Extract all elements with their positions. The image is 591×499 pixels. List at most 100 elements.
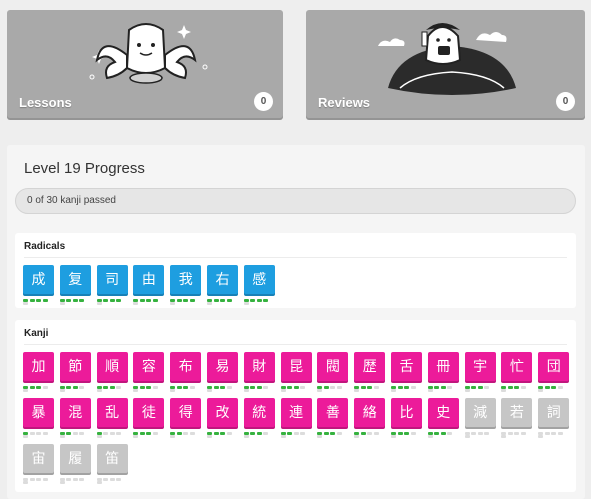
kanji-tile[interactable]: 得	[170, 398, 202, 429]
srs-segment	[29, 478, 35, 481]
srs-stage-indicator	[391, 386, 422, 392]
srs-segment	[440, 386, 446, 389]
kanji-tile[interactable]: 混	[59, 398, 91, 429]
srs-stage-indicator	[317, 386, 348, 392]
srs-segment	[287, 432, 293, 435]
kanji-tile[interactable]: 若	[501, 398, 533, 429]
kanji-tile[interactable]: 徒	[133, 398, 165, 429]
srs-segment	[207, 435, 212, 438]
kanji-tile[interactable]: 連	[280, 398, 312, 429]
srs-stage-indicator	[59, 432, 91, 438]
radical-tile[interactable]: 由	[133, 265, 165, 296]
kanji-tile[interactable]: 統	[243, 398, 275, 429]
reviews-card[interactable]: Reviews 0	[306, 10, 585, 120]
srs-stage-indicator	[354, 386, 385, 392]
srs-segment	[66, 299, 72, 302]
srs-stage-indicator	[23, 386, 54, 392]
kanji-tile[interactable]: 団	[538, 352, 570, 383]
srs-segment	[397, 386, 403, 389]
radical-tile[interactable]: 我	[170, 265, 202, 296]
srs-stage-indicator	[427, 432, 459, 438]
srs-segment	[367, 432, 373, 435]
srs-segment	[373, 386, 379, 389]
srs-segment	[66, 386, 72, 389]
srs-segment	[263, 432, 269, 435]
kanji-heading: Kanji	[24, 328, 49, 339]
srs-stage-indicator	[59, 478, 91, 484]
radical-tile[interactable]: 复	[59, 265, 91, 296]
srs-segment	[109, 299, 115, 302]
kanji-tile[interactable]: 比	[391, 398, 422, 429]
kanji-tile[interactable]: 舌	[391, 352, 422, 383]
lessons-card[interactable]: Lessons 0	[7, 10, 283, 120]
srs-segment	[336, 386, 342, 389]
kanji-tile[interactable]: 乱	[96, 398, 128, 429]
kanji-tile[interactable]: 改	[207, 398, 238, 429]
srs-segment	[176, 432, 182, 435]
srs-stage-indicator	[96, 386, 128, 392]
srs-segment	[330, 432, 336, 435]
srs-segment	[72, 386, 78, 389]
kanji-tile[interactable]: 冊	[427, 352, 459, 383]
radical-tile[interactable]: 成	[23, 265, 54, 296]
srs-stage-indicator	[96, 299, 128, 305]
kanji-tile[interactable]: 昆	[280, 352, 312, 383]
srs-segment	[317, 435, 323, 438]
srs-segment	[103, 299, 109, 302]
kanji-tile[interactable]: 布	[170, 352, 202, 383]
kanji-tile[interactable]: 閥	[317, 352, 349, 383]
srs-segment	[220, 299, 225, 302]
srs-segment	[538, 389, 544, 392]
srs-stage-indicator	[23, 432, 54, 438]
srs-segment	[293, 386, 299, 389]
radical-tile[interactable]: 司	[96, 265, 128, 296]
srs-segment	[226, 432, 232, 435]
srs-segment	[170, 435, 176, 438]
srs-segment	[427, 389, 433, 392]
srs-segment	[293, 432, 299, 435]
srs-segment	[391, 435, 396, 438]
srs-segment	[323, 432, 329, 435]
srs-segment	[544, 432, 550, 435]
srs-segment	[72, 478, 78, 481]
kanji-tile[interactable]: 節	[59, 352, 91, 383]
srs-segment	[434, 386, 440, 389]
srs-segment	[477, 386, 483, 389]
kanji-tile[interactable]: 宇	[464, 352, 496, 383]
srs-stage-indicator	[464, 432, 496, 438]
srs-segment	[207, 389, 212, 392]
kanji-tile[interactable]: 財	[243, 352, 275, 383]
srs-segment	[256, 299, 262, 302]
kanji-tile[interactable]: 加	[23, 352, 54, 383]
reviews-label: Reviews	[318, 95, 371, 110]
kanji-tile[interactable]: 履	[59, 444, 91, 475]
kanji-tile[interactable]: 減	[464, 398, 496, 429]
radical-tile[interactable]: 感	[243, 265, 275, 296]
srs-segment	[484, 432, 490, 435]
kanji-tile[interactable]: 笛	[96, 444, 128, 475]
srs-segment	[59, 389, 65, 392]
srs-segment	[410, 386, 416, 389]
kanji-tile[interactable]: 絡	[354, 398, 386, 429]
kanji-tile[interactable]: 善	[317, 398, 349, 429]
kanji-tile[interactable]: 順	[96, 352, 128, 383]
kanji-tile[interactable]: 易	[207, 352, 238, 383]
srs-segment	[354, 389, 360, 392]
srs-segment	[471, 432, 477, 435]
kanji-tile[interactable]: 容	[133, 352, 165, 383]
kanji-tile[interactable]: 忙	[501, 352, 533, 383]
kanji-tile[interactable]: 暴	[23, 398, 54, 429]
srs-stage-indicator	[354, 432, 385, 438]
srs-segment	[477, 432, 483, 435]
srs-segment	[183, 299, 189, 302]
kanji-tile[interactable]: 史	[427, 398, 459, 429]
srs-segment	[29, 432, 35, 435]
kanji-tile[interactable]: 歴	[354, 352, 386, 383]
srs-stage-indicator	[391, 432, 422, 438]
srs-segment	[360, 432, 366, 435]
srs-segment	[66, 432, 72, 435]
kanji-tile[interactable]: 詞	[538, 398, 570, 429]
kanji-tile[interactable]: 宙	[23, 444, 54, 475]
radical-tile[interactable]: 右	[207, 265, 238, 296]
srs-stage-indicator	[96, 478, 128, 484]
